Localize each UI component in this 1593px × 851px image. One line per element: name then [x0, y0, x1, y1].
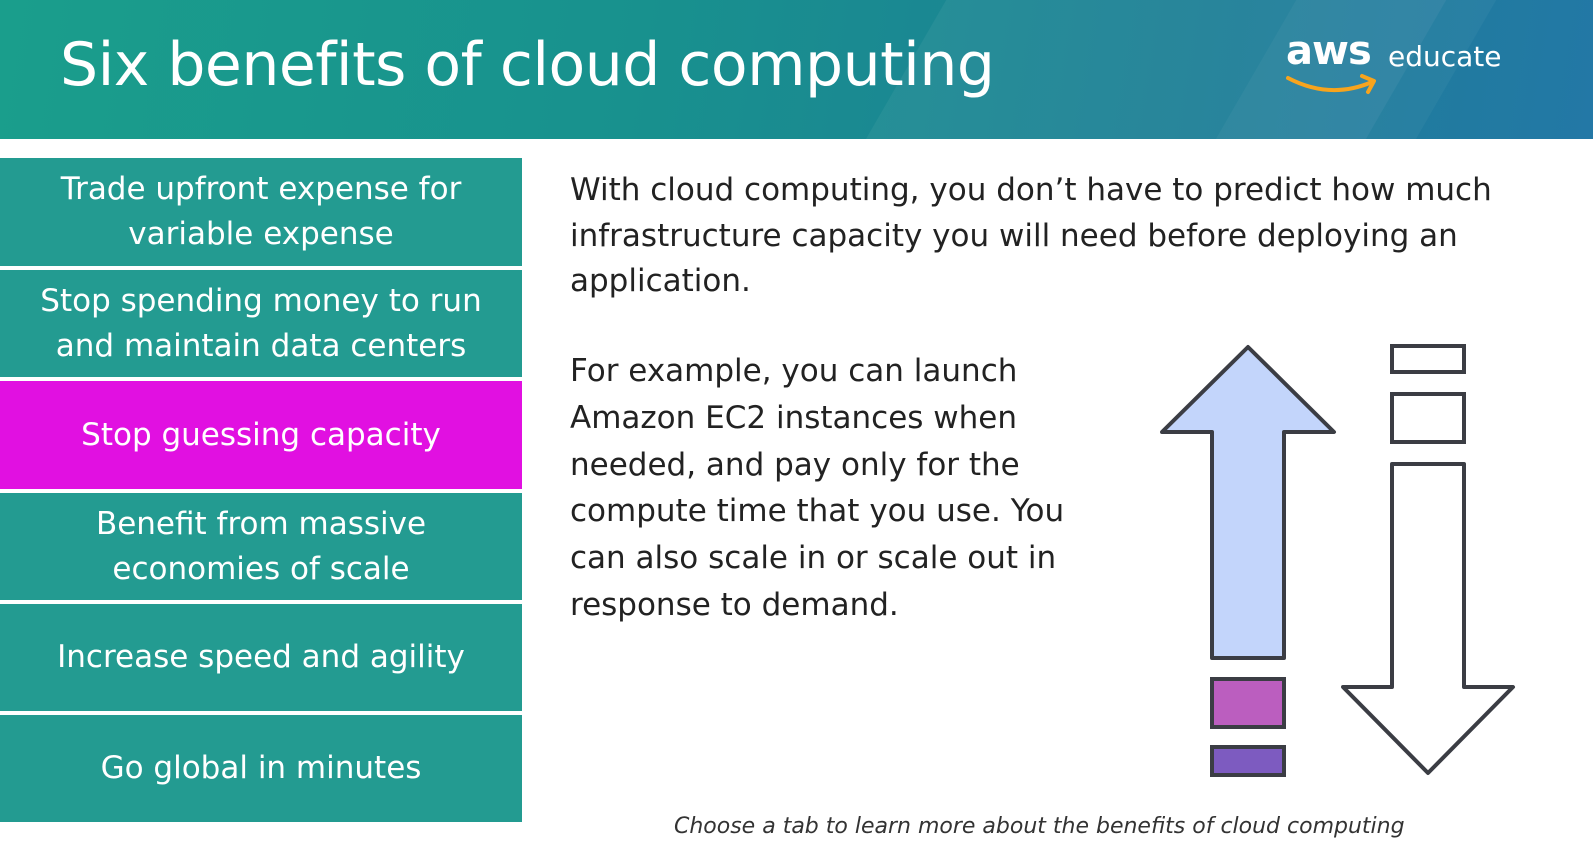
aws-smile-icon	[1286, 74, 1376, 94]
scale-out-arrow-up-icon	[1160, 345, 1336, 777]
tab-label: Benefit from massive economies of scale	[95, 505, 427, 587]
tab-label: Go global in minutes	[100, 750, 422, 786]
logo-product-text: educate	[1388, 40, 1502, 73]
content-paragraph-intro: With cloud computing, you don’t have to …	[570, 172, 1492, 299]
tab-trade-upfront-expense[interactable]: Trade upfront expense for variable expen…	[0, 158, 522, 266]
content-paragraph-example: For example, you can launch Amazon EC2 i…	[570, 353, 1065, 623]
footer-caption: Choose a tab to learn more about the ben…	[674, 814, 1405, 839]
tab-stop-spending-data-centers[interactable]: Stop spending money to run and maintain …	[0, 270, 522, 377]
capacity-block-empty	[1390, 392, 1466, 444]
capacity-block-empty	[1390, 344, 1466, 374]
tab-label: Trade upfront expense for variable expen…	[60, 171, 462, 252]
tab-speed-and-agility[interactable]: Increase speed and agility	[0, 604, 522, 711]
tab-label: Increase speed and agility	[57, 639, 465, 675]
tab-label: Stop spending money to run and maintain …	[40, 282, 482, 364]
tab-label: Stop guessing capacity	[81, 416, 441, 453]
logo-brand-text: aws	[1286, 28, 1372, 74]
slide-title: Six benefits of cloud computing	[60, 30, 995, 100]
scaling-illustration	[1160, 344, 1515, 777]
tab-stop-guessing-capacity[interactable]: Stop guessing capacity	[0, 381, 522, 489]
slide-header: Six benefits of cloud computing aws educ…	[0, 0, 1593, 139]
tab-go-global[interactable]: Go global in minutes	[0, 715, 522, 822]
capacity-block-magenta	[1210, 677, 1286, 729]
capacity-block-purple	[1210, 745, 1286, 777]
scale-in-arrow-down-icon	[1341, 344, 1515, 775]
aws-educate-logo: aws educate	[1286, 28, 1506, 108]
tab-economies-of-scale[interactable]: Benefit from massive economies of scale	[0, 493, 522, 600]
